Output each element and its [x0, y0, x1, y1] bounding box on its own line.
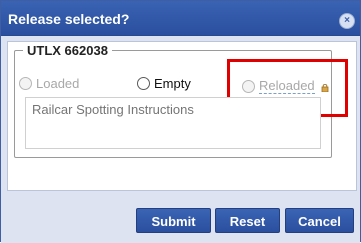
- radio-empty-circle[interactable]: [137, 77, 150, 90]
- close-icon[interactable]: ×: [339, 13, 355, 29]
- dialog-titlebar[interactable]: Release selected? ×: [1, 1, 360, 36]
- submit-button[interactable]: Submit: [136, 208, 211, 233]
- cancel-button[interactable]: Cancel: [285, 208, 354, 233]
- radio-empty[interactable]: Empty: [137, 76, 191, 91]
- radio-loaded-label: Loaded: [36, 76, 80, 91]
- release-dialog: Release selected? × UTLX 662038 Loaded E…: [0, 0, 361, 243]
- radio-empty-label: Empty: [154, 76, 191, 91]
- radio-loaded[interactable]: Loaded: [19, 76, 79, 91]
- spotting-instructions-input[interactable]: [25, 97, 321, 149]
- car-id-legend: UTLX 662038: [23, 43, 112, 58]
- radio-loaded-circle[interactable]: [19, 77, 32, 90]
- dialog-title: Release selected?: [8, 11, 130, 27]
- reset-button[interactable]: Reset: [215, 208, 280, 233]
